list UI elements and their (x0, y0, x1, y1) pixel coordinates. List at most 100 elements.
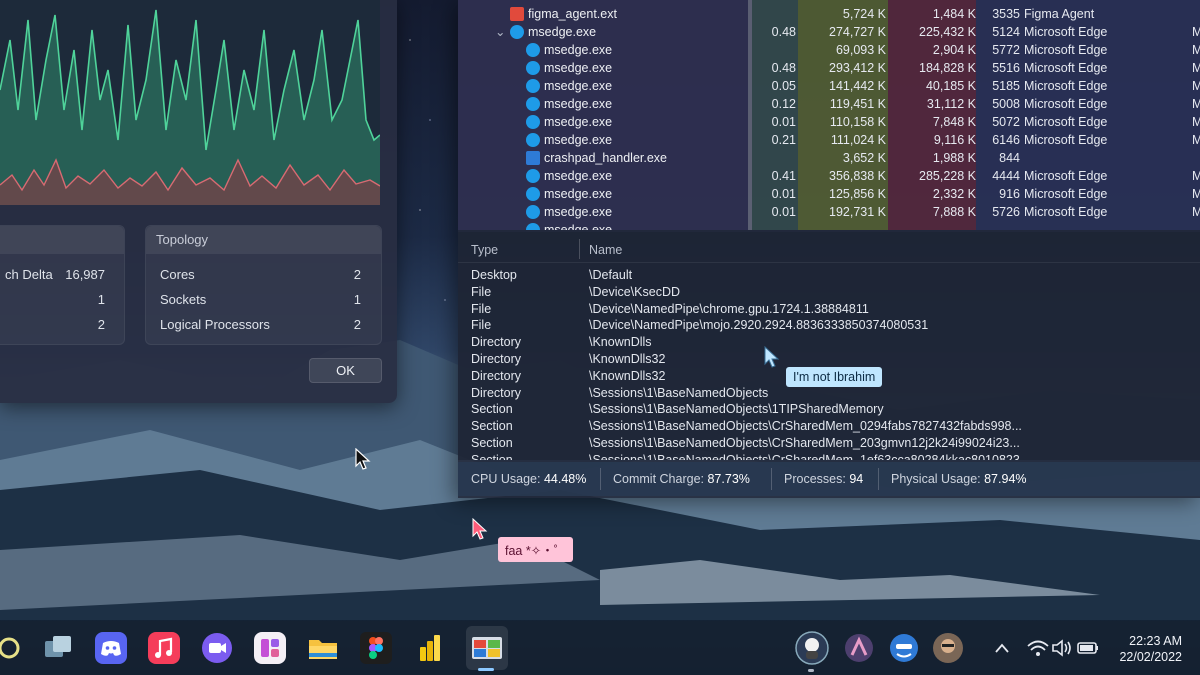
process-row[interactable]: figma_agent.ext 5,724 K 1,484 K 3535 Figma A… (458, 5, 1200, 23)
handle-row[interactable]: Section \Sessions\1\BaseNamedObjects\CrSh… (458, 435, 1200, 452)
avatar-1[interactable] (795, 631, 829, 665)
company-value: M (1192, 43, 1200, 57)
handle-row[interactable]: Section \Sessions\1\BaseNamedObjects\1TIP… (458, 401, 1200, 418)
process-explorer-icon[interactable] (470, 631, 504, 665)
row-value: 2 (353, 317, 361, 332)
handle-row[interactable]: Directory \Sessions\1\BaseNamedObjects (458, 385, 1200, 402)
taskbar: 22:23 AM 22/02/2022 (0, 621, 1200, 675)
process-row[interactable]: msedge.exe 0.41 356,838 K 285,228 K 4444 Micr… (458, 167, 1200, 185)
system-clock[interactable]: 22:23 AM 22/02/2022 (1119, 633, 1182, 665)
column-header-type[interactable]: Type (471, 243, 498, 257)
process-icon (526, 61, 540, 75)
description-value: Microsoft Edge (1024, 61, 1108, 75)
pid-value: 5008 (992, 97, 1020, 111)
status-physical: Physical Usage: 87.94% (891, 472, 1027, 486)
handle-row[interactable]: Directory \KnownDlls32 (458, 351, 1200, 368)
status-commit: Commit Charge: 87.73% (613, 472, 750, 486)
description-value: Microsoft Edge (1024, 115, 1108, 129)
process-name: msedge.exe (544, 169, 613, 183)
process-row[interactable]: msedge.exe (458, 221, 1200, 230)
working-set-value: 1,484 K (932, 7, 976, 21)
handle-row[interactable]: File \Device\NamedPipe\chrome.gpu.1724.1.… (458, 301, 1200, 318)
active-app-indicator (478, 668, 494, 671)
process-icon (526, 169, 540, 183)
process-name: msedge.exe (544, 115, 613, 129)
process-row[interactable]: crashpad_handler.exe 3,652 K 1,988 K 844 (458, 149, 1200, 167)
memory-row: ch Delta 16,987 (0, 267, 124, 289)
handle-row[interactable]: Section \Sessions\1\BaseNamedObjects\CrSh… (458, 418, 1200, 435)
process-row[interactable]: msedge.exe 0.48 274,727 K 225,432 K 5124 Micr… (458, 23, 1200, 41)
avatar-2[interactable] (931, 631, 965, 665)
memory-row: 1 (0, 292, 124, 314)
ok-button[interactable]: OK (309, 358, 382, 383)
pid-value: 5072 (992, 115, 1020, 129)
process-icon (510, 7, 524, 21)
memory-panel-header (0, 226, 124, 254)
process-row[interactable]: msedge.exe 69,093 K 2,904 K 5772 Microsoft E… (458, 41, 1200, 59)
battery-icon[interactable] (1071, 631, 1105, 665)
file-explorer-icon[interactable] (306, 631, 340, 665)
company-value: M (1192, 169, 1200, 183)
chevron-up-icon[interactable] (985, 631, 1019, 665)
row-value: 2 (97, 317, 105, 332)
working-set-value: 225,432 K (919, 25, 976, 39)
working-set-value: 7,848 K (932, 115, 976, 129)
pid-value: 6146 (992, 133, 1020, 147)
handle-name: \Device\KsecDD (589, 284, 680, 299)
collapse-chevron-icon[interactable]: ⌄ (495, 23, 505, 41)
process-icon (526, 133, 540, 147)
column-header-name[interactable]: Name (589, 243, 622, 257)
handle-row[interactable]: File \Device\NamedPipe\mojo.2920.2924.883… (458, 317, 1200, 334)
process-icon (526, 115, 540, 129)
process-table: figma_agent.ext 5,724 K 1,484 K 3535 Figma A… (458, 0, 1200, 230)
row-label: Sockets (160, 292, 207, 307)
handle-row[interactable]: Directory \KnownDlls (458, 334, 1200, 351)
music-icon[interactable] (147, 631, 181, 665)
figma-icon[interactable] (359, 631, 393, 665)
row-value: 2 (353, 267, 361, 282)
handle-row[interactable]: File \Device\KsecDD (458, 284, 1200, 301)
pink-cursor-label: faa *✧・゜ (498, 537, 574, 562)
description-value: Microsoft Edge (1024, 79, 1108, 93)
description-value: Microsoft Edge (1024, 43, 1108, 57)
cpu-value: 0.01 (771, 115, 796, 129)
company-value: M (1192, 79, 1200, 93)
handle-row[interactable]: Section \Sessions\1\BaseNamedObjects\CrSh… (458, 452, 1200, 460)
private-bytes-value: 5,724 K (842, 7, 886, 21)
collage-icon[interactable] (253, 631, 287, 665)
process-name: msedge.exe (544, 223, 613, 230)
process-row[interactable]: msedge.exe 0.05 141,442 K 40,185 K 5185 Micro… (458, 77, 1200, 95)
company-value: M (1192, 115, 1200, 129)
handle-type: File (471, 284, 492, 299)
character-icon[interactable] (887, 631, 921, 665)
working-set-value: 285,228 K (919, 169, 976, 183)
handle-type: Directory (471, 385, 522, 400)
discord-icon[interactable] (94, 631, 128, 665)
process-row[interactable]: msedge.exe 0.48 293,412 K 184,828 K 5516 Micr… (458, 59, 1200, 77)
description-value: Microsoft Edge (1024, 25, 1108, 39)
working-set-value: 1,988 K (932, 151, 976, 165)
process-row[interactable]: msedge.exe 0.01 110,158 K 7,848 K 5072 Micros… (458, 113, 1200, 131)
process-row[interactable]: msedge.exe 0.01 192,731 K 7,888 K 5726 Micros… (458, 203, 1200, 221)
description-value: Microsoft Edge (1024, 205, 1108, 219)
row-label: Logical Processors (160, 317, 270, 332)
pid-value: 5516 (992, 61, 1020, 75)
private-bytes-value: 111,024 K (830, 133, 886, 147)
process-row[interactable]: msedge.exe 0.12 119,451 K 31,112 K 5008 Micro… (458, 95, 1200, 113)
power-bi-icon[interactable] (413, 631, 447, 665)
handle-name: \KnownDlls32 (589, 368, 666, 383)
process-row[interactable]: msedge.exe 0.21 111,024 K 9,116 K 6146 Micros… (458, 131, 1200, 149)
video-call-icon[interactable] (200, 631, 234, 665)
pid-value: 3535 (992, 7, 1020, 21)
search-icon[interactable] (0, 631, 26, 665)
process-row[interactable]: msedge.exe 0.01 125,856 K 2,332 K 916 Microso… (458, 185, 1200, 203)
arc-icon[interactable] (842, 631, 876, 665)
private-bytes-value: 3,652 K (842, 151, 886, 165)
handle-type: File (471, 318, 492, 333)
cpu-value: 0.01 (771, 187, 796, 201)
handle-row[interactable]: Desktop \Default (458, 267, 1200, 284)
cpu-value: 0.05 (771, 79, 796, 93)
pid-value: 844 (999, 151, 1020, 165)
task-view-icon[interactable] (41, 631, 75, 665)
description-value: Microsoft Edge (1024, 169, 1108, 183)
